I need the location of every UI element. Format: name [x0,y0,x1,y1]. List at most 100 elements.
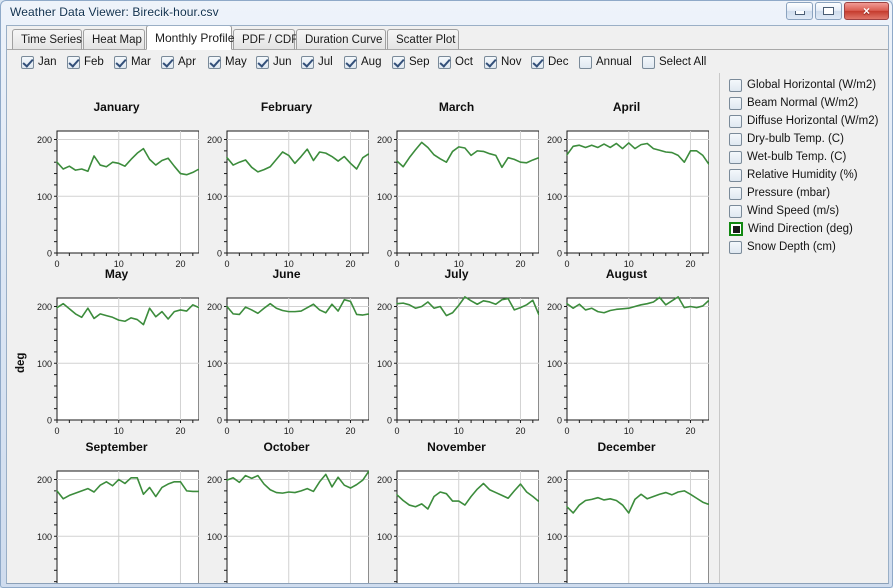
chart-plot-area: 010020001020 [377,470,539,583]
minimize-button[interactable] [786,2,813,20]
svg-text:200: 200 [207,135,222,145]
month-checkbox-annual[interactable]: Annual [579,53,632,71]
month-checkbox-nov[interactable]: Nov [484,53,521,71]
checkbox-icon[interactable] [729,222,743,236]
checkbox-icon[interactable] [438,55,451,69]
svg-text:0: 0 [47,416,52,426]
variable-item-label: Relative Humidity (%) [747,169,858,181]
checkbox-icon[interactable] [729,186,742,200]
svg-text:200: 200 [547,475,562,485]
checkbox-icon[interactable] [642,55,655,69]
tab-time-series[interactable]: Time Series [12,29,82,50]
application-window: Weather Data Viewer: Birecik-hour.csv × … [0,0,893,588]
month-checkbox-jun[interactable]: Jun [256,53,292,71]
chart-plot-area: 010020001020 [207,130,369,269]
svg-text:200: 200 [377,135,392,145]
maximize-button[interactable] [815,2,842,20]
variable-item-label: Wet-bulb Temp. (C) [747,151,847,163]
month-checkbox-dec[interactable]: Dec [531,53,568,71]
month-filter-row: Jan Feb Mar Apr May Jun Jul Aug Sep Oct Nov Dec Annu… [7,51,888,73]
month-checkbox-sep[interactable]: Sep [392,53,429,71]
chart-title: April [612,100,641,114]
checkbox-icon[interactable] [729,204,742,218]
svg-text:200: 200 [207,475,222,485]
tab-duration-curve[interactable]: Duration Curve [296,29,386,50]
checkbox-icon[interactable] [392,55,405,69]
close-button[interactable]: × [844,2,889,20]
variable-item-pressure-mbar[interactable]: Pressure (mbar) [720,184,888,202]
checkbox-icon[interactable] [729,114,742,128]
checkbox-icon[interactable] [161,55,174,69]
checkbox-icon[interactable] [301,55,314,69]
checkbox-icon[interactable] [729,168,742,182]
checkbox-icon[interactable] [729,78,742,92]
checkbox-icon[interactable] [256,55,269,69]
variable-item-wet-bulb-temp-c[interactable]: Wet-bulb Temp. (C) [720,148,888,166]
svg-text:10: 10 [284,426,294,436]
checkbox-icon[interactable] [729,132,742,146]
chart-panel-february: February 0 100 200 0 10 20 [204,100,369,273]
checkbox-icon[interactable] [729,150,742,164]
title-bar[interactable]: Weather Data Viewer: Birecik-hour.csv × [1,1,892,24]
checkbox-icon[interactable] [579,55,592,69]
month-checkbox-feb[interactable]: Feb [67,53,104,71]
checkbox-icon[interactable] [67,55,80,69]
chart-plot-area: 010020001020 [547,470,709,583]
month-checkbox-label: Nov [501,56,522,68]
checkbox-icon[interactable] [21,55,34,69]
checkbox-icon[interactable] [114,55,127,69]
svg-text:100: 100 [547,532,562,542]
tab-scatter-plot[interactable]: Scatter Plot [387,29,459,50]
month-checkbox-label: Oct [455,56,473,68]
month-checkbox-label: Aug [361,56,382,68]
svg-text:20: 20 [175,426,185,436]
checkbox-icon[interactable] [208,55,221,69]
variable-item-global-horizontal-w-m2[interactable]: Global Horizontal (W/m2) [720,76,888,94]
tab-label: Scatter Plot [396,34,456,46]
tab-monthly-profile[interactable]: Monthly Profile [146,26,234,50]
svg-text:100: 100 [547,359,562,369]
month-checkbox-oct[interactable]: Oct [438,53,473,71]
svg-text:100: 100 [37,532,52,542]
svg-text:200: 200 [37,302,52,312]
svg-text:0: 0 [394,426,399,436]
chart-title: June [272,267,301,281]
month-checkbox-select-all[interactable]: Select All [642,53,706,71]
month-checkbox-jul[interactable]: Jul [301,53,333,71]
checkbox-icon[interactable] [484,55,497,69]
svg-text:20: 20 [515,426,525,436]
month-checkbox-jan[interactable]: Jan [21,53,57,71]
chart-panel-april: April 0 100 200 0 10 20 [544,100,709,273]
window-title: Weather Data Viewer: Birecik-hour.csv [10,5,219,19]
variable-item-wind-direction-deg[interactable]: Wind Direction (deg) [720,220,888,238]
chart-title: May [104,267,129,281]
svg-text:200: 200 [377,302,392,312]
month-checkbox-apr[interactable]: Apr [161,53,196,71]
variable-item-label: Wind Speed (m/s) [747,205,840,217]
variable-item-wind-speed-m-s[interactable]: Wind Speed (m/s) [720,202,888,220]
variable-item-dry-bulb-temp-c[interactable]: Dry-bulb Temp. (C) [720,130,888,148]
tab-label: Time Series [21,34,82,46]
tab-pdf-cdf[interactable]: PDF / CDF [233,29,298,50]
svg-text:100: 100 [547,192,562,202]
tab-heat-map[interactable]: Heat Map [83,29,145,50]
svg-text:100: 100 [377,192,392,202]
month-checkbox-label: Mar [131,56,151,68]
month-checkbox-mar[interactable]: Mar [114,53,151,71]
variable-item-diffuse-horizontal-w-m2[interactable]: Diffuse Horizontal (W/m2) [720,112,888,130]
variable-item-relative-humidity[interactable]: Relative Humidity (%) [720,166,888,184]
checkbox-icon[interactable] [729,240,742,254]
month-checkbox-aug[interactable]: Aug [344,53,381,71]
variable-item-snow-depth-cm[interactable]: Snow Depth (cm) [720,238,888,256]
month-checkbox-may[interactable]: May [208,53,247,71]
chart-panel-october: October010020001020 [204,440,369,583]
variable-item-beam-normal-w-m2[interactable]: Beam Normal (W/m2) [720,94,888,112]
chart-panel-december: December010020001020 [544,440,709,583]
checkbox-icon[interactable] [531,55,544,69]
svg-text:100: 100 [207,532,222,542]
checkbox-icon[interactable] [344,55,357,69]
svg-text:0: 0 [217,416,222,426]
chart-title: November [427,440,486,454]
chart-plot-area: 010020001020 [207,297,369,436]
checkbox-icon[interactable] [729,96,742,110]
